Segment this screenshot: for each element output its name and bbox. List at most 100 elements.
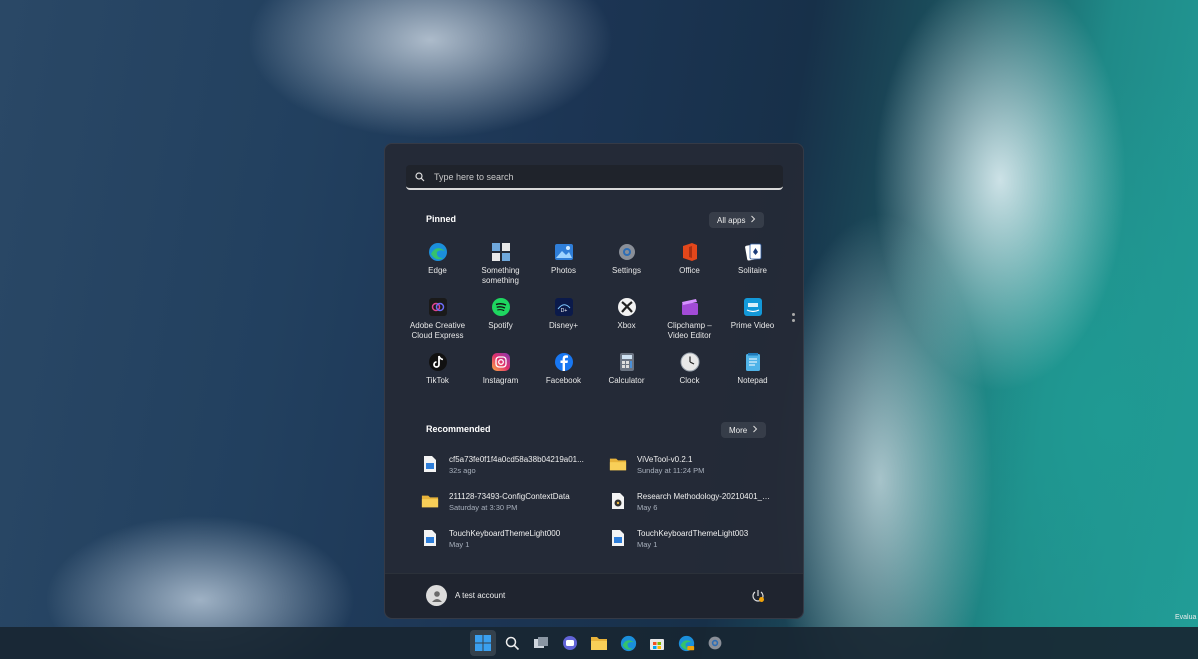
start-menu: Pinned All apps Edge Something something… (384, 143, 804, 619)
pinned-app-office[interactable]: Office (658, 237, 721, 292)
all-apps-button[interactable]: All apps (709, 212, 765, 228)
instagram-icon (490, 351, 512, 373)
recommended-item[interactable]: 211128-73493-ConfigContextData Saturday a… (421, 486, 609, 523)
pinned-app-clock[interactable]: Clock (658, 347, 721, 402)
settings-icon[interactable] (702, 630, 728, 656)
calculator-icon (616, 351, 638, 373)
folder-icon (609, 454, 627, 474)
pinned-app-tiktok[interactable]: TikTok (406, 347, 469, 402)
app-label: Calculator (608, 376, 645, 385)
search-box[interactable] (406, 165, 783, 190)
app-icon (490, 241, 512, 263)
app-label: Facebook (545, 376, 582, 385)
office-icon (679, 241, 701, 263)
pinned-app-calculator[interactable]: Calculator (595, 347, 658, 402)
spotify-icon (490, 296, 512, 318)
file-name: TouchKeyboardThemeLight000 (449, 529, 561, 538)
recommended-item[interactable]: cf5a73fe0f1f4a0cd58a38b04219a01... 32s ag… (421, 449, 609, 486)
file-time: May 1 (637, 540, 658, 549)
search-icon (406, 171, 434, 182)
pinned-app-facebook[interactable]: Facebook (532, 347, 595, 402)
search-icon[interactable] (499, 630, 525, 656)
adobe-icon (427, 296, 449, 318)
pinned-app-settings[interactable]: Settings (595, 237, 658, 292)
tiktok-icon (427, 351, 449, 373)
folder-icon (421, 491, 439, 511)
app-label: Clipchamp – Video Editor (667, 321, 712, 340)
recommended-item[interactable]: TouchKeyboardThemeLight003 May 1 (609, 523, 791, 560)
start-footer: A test account (385, 573, 803, 618)
edge-canary-icon[interactable] (673, 630, 699, 656)
prime-video-icon (742, 296, 764, 318)
pinned-app-spotify[interactable]: Spotify (469, 292, 532, 347)
clock-icon (679, 351, 701, 373)
page-indicator[interactable] (792, 313, 795, 325)
file-time: Saturday at 3:30 PM (449, 503, 518, 512)
pinned-title: Pinned (426, 214, 457, 224)
photos-icon (553, 241, 575, 263)
chevron-right-icon (752, 425, 758, 435)
pinned-app-something[interactable]: Something something (469, 237, 532, 292)
image-file-icon (609, 528, 627, 548)
xbox-icon (616, 296, 638, 318)
file-time: May 6 (637, 503, 658, 512)
pinned-app-disney[interactable]: D+ Disney+ (532, 292, 595, 347)
clipchamp-icon (679, 296, 701, 318)
pinned-app-xbox[interactable]: Xbox (595, 292, 658, 347)
file-time: May 1 (449, 540, 470, 549)
edge-icon[interactable] (615, 630, 641, 656)
media-file-icon (609, 491, 627, 511)
app-label: Prime Video (730, 321, 775, 330)
pinned-app-prime-video[interactable]: Prime Video (721, 292, 784, 347)
app-label: Notepad (737, 376, 768, 385)
app-label: Xbox (617, 321, 636, 330)
pinned-app-adobe[interactable]: Adobe Creative Cloud Express (406, 292, 469, 347)
all-apps-label: All apps (717, 215, 746, 225)
image-file-icon (421, 454, 439, 474)
pinned-app-clipchamp[interactable]: Clipchamp – Video Editor (658, 292, 721, 347)
pinned-app-solitaire[interactable]: Solitaire (721, 237, 784, 292)
user-name[interactable]: A test account (455, 591, 505, 600)
app-label: Disney+ (548, 321, 579, 330)
app-label: Spotify (488, 321, 513, 330)
task-view-icon[interactable] (528, 630, 554, 656)
settings-icon (616, 241, 638, 263)
file-explorer-icon[interactable] (586, 630, 612, 656)
file-name: TouchKeyboardThemeLight003 (637, 529, 749, 538)
watermark-text: Evalua (1175, 614, 1197, 621)
disney-icon: D+ (553, 296, 575, 318)
app-label: Clock (679, 376, 700, 385)
chevron-right-icon (750, 215, 756, 225)
pinned-app-photos[interactable]: Photos (532, 237, 595, 292)
app-label: Office (679, 266, 700, 275)
store-icon[interactable] (644, 630, 670, 656)
app-label: TikTok (426, 376, 449, 385)
search-input[interactable] (434, 171, 734, 182)
app-label: Photos (551, 266, 576, 275)
more-button[interactable]: More (721, 422, 767, 438)
avatar[interactable] (426, 585, 447, 606)
app-label: Solitaire (738, 266, 767, 275)
power-icon[interactable] (750, 588, 766, 604)
recommended-item[interactable]: TouchKeyboardThemeLight000 May 1 (421, 523, 609, 560)
recommended-list: cf5a73fe0f1f4a0cd58a38b04219a01... 32s ag… (421, 449, 791, 560)
file-name: Research Methodology-20210401_0... (637, 492, 772, 501)
pinned-app-instagram[interactable]: Instagram (469, 347, 532, 402)
app-label: Settings (612, 266, 641, 275)
file-name: ViVeTool-v0.2.1 (637, 455, 693, 464)
app-label: Edge (428, 266, 447, 275)
chat-icon[interactable] (557, 630, 583, 656)
file-time: Sunday at 11:24 PM (637, 466, 705, 475)
pinned-app-edge[interactable]: Edge (406, 237, 469, 292)
pinned-app-notepad[interactable]: Notepad (721, 347, 784, 402)
facebook-icon (553, 351, 575, 373)
start-icon[interactable] (470, 630, 496, 656)
file-time: 32s ago (449, 466, 476, 475)
file-name: cf5a73fe0f1f4a0cd58a38b04219a01... (449, 455, 584, 464)
recommended-item[interactable]: Research Methodology-20210401_0... May 6 (609, 486, 791, 523)
recommended-item[interactable]: ViVeTool-v0.2.1 Sunday at 11:24 PM (609, 449, 791, 486)
solitaire-icon (742, 241, 764, 263)
edge-icon (427, 241, 449, 263)
file-name: 211128-73493-ConfigContextData (449, 492, 570, 501)
app-label: Adobe Creative Cloud Express (409, 321, 466, 340)
